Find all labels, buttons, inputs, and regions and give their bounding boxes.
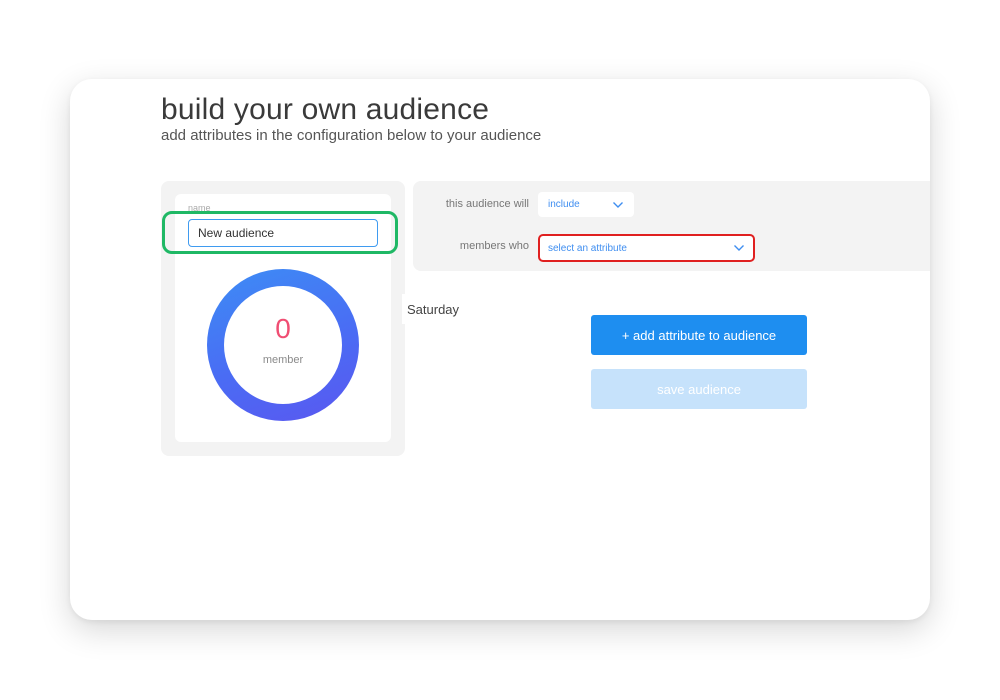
member-label: member — [262, 354, 304, 366]
include-select-value: include — [548, 199, 580, 210]
audience-builder-card: build your own audience add attributes i… — [70, 79, 930, 620]
members-who-label: members who — [459, 240, 529, 252]
audience-will-label: this audience will — [445, 198, 529, 210]
audience-summary-card: name 0 member — [162, 194, 398, 442]
chevron-down-icon — [613, 201, 623, 208]
page-subtitle: add attributes in the configuration belo… — [161, 127, 542, 144]
ring-center: 0 member — [224, 286, 342, 404]
save-audience-button[interactable]: save audience — [591, 369, 807, 409]
add-attribute-button[interactable]: + add attribute to audience — [591, 315, 807, 355]
audience-name-input[interactable] — [188, 219, 378, 247]
rule-config-panel: this audience will include members who s… — [413, 181, 930, 271]
include-exclude-select[interactable]: include — [538, 192, 634, 217]
attribute-select-placeholder: select an attribute — [548, 242, 627, 254]
attribute-select[interactable]: select an attribute — [538, 234, 755, 262]
audience-summary-panel: name 0 member — [161, 181, 405, 456]
member-count: 0 — [275, 313, 291, 344]
page-title: build your own audience — [161, 93, 490, 126]
member-count-ring: 0 member — [207, 269, 359, 421]
chevron-down-icon — [734, 245, 744, 251]
day-tooltip: Saturday — [402, 294, 464, 324]
